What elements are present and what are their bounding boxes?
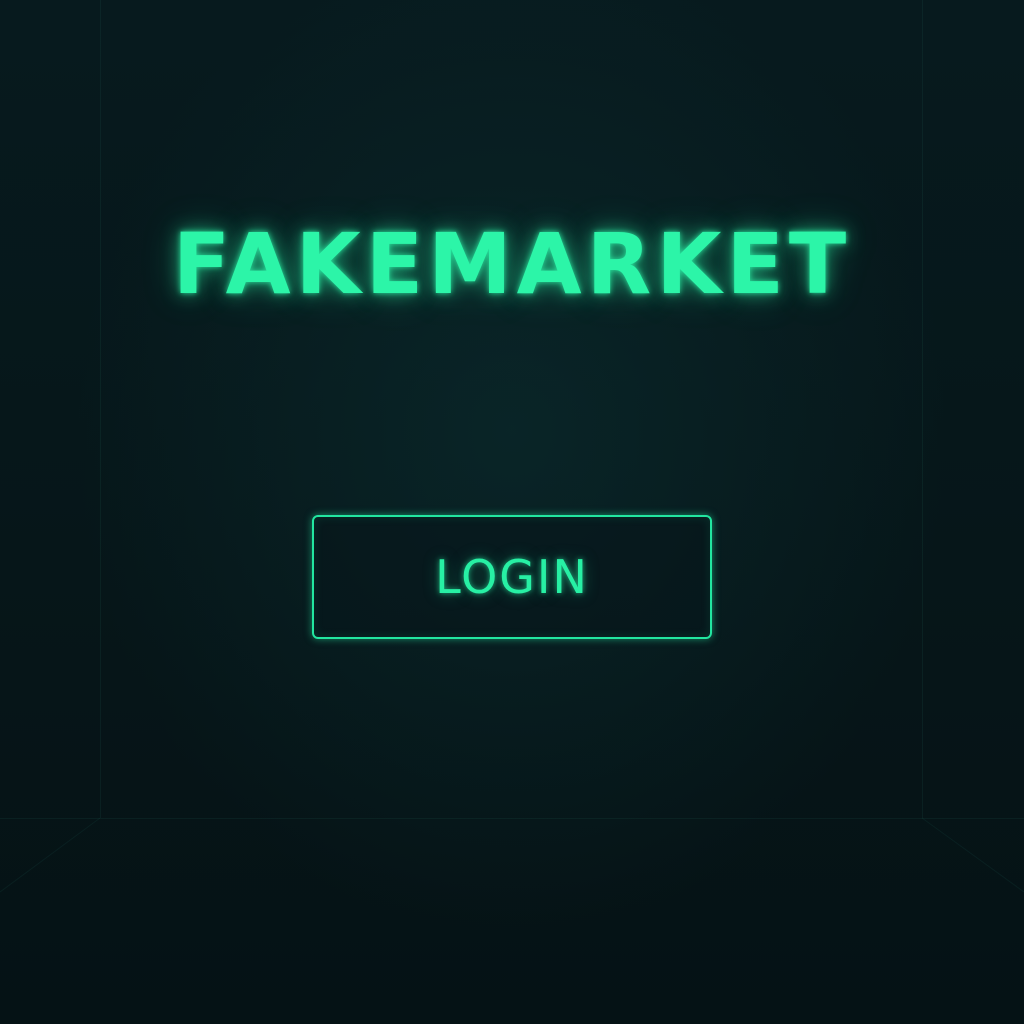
floor-edge (0, 818, 1024, 819)
login-button-label: LOGIN (435, 550, 589, 604)
login-button[interactable]: LOGIN (312, 515, 712, 639)
wall-edge-left (100, 0, 101, 818)
floor-perspective-lines (0, 817, 1024, 893)
wall-edge-right (922, 0, 923, 818)
login-screen: FAKEMARKET LOGIN (0, 0, 1024, 1024)
app-title: FAKEMARKET (172, 215, 852, 313)
